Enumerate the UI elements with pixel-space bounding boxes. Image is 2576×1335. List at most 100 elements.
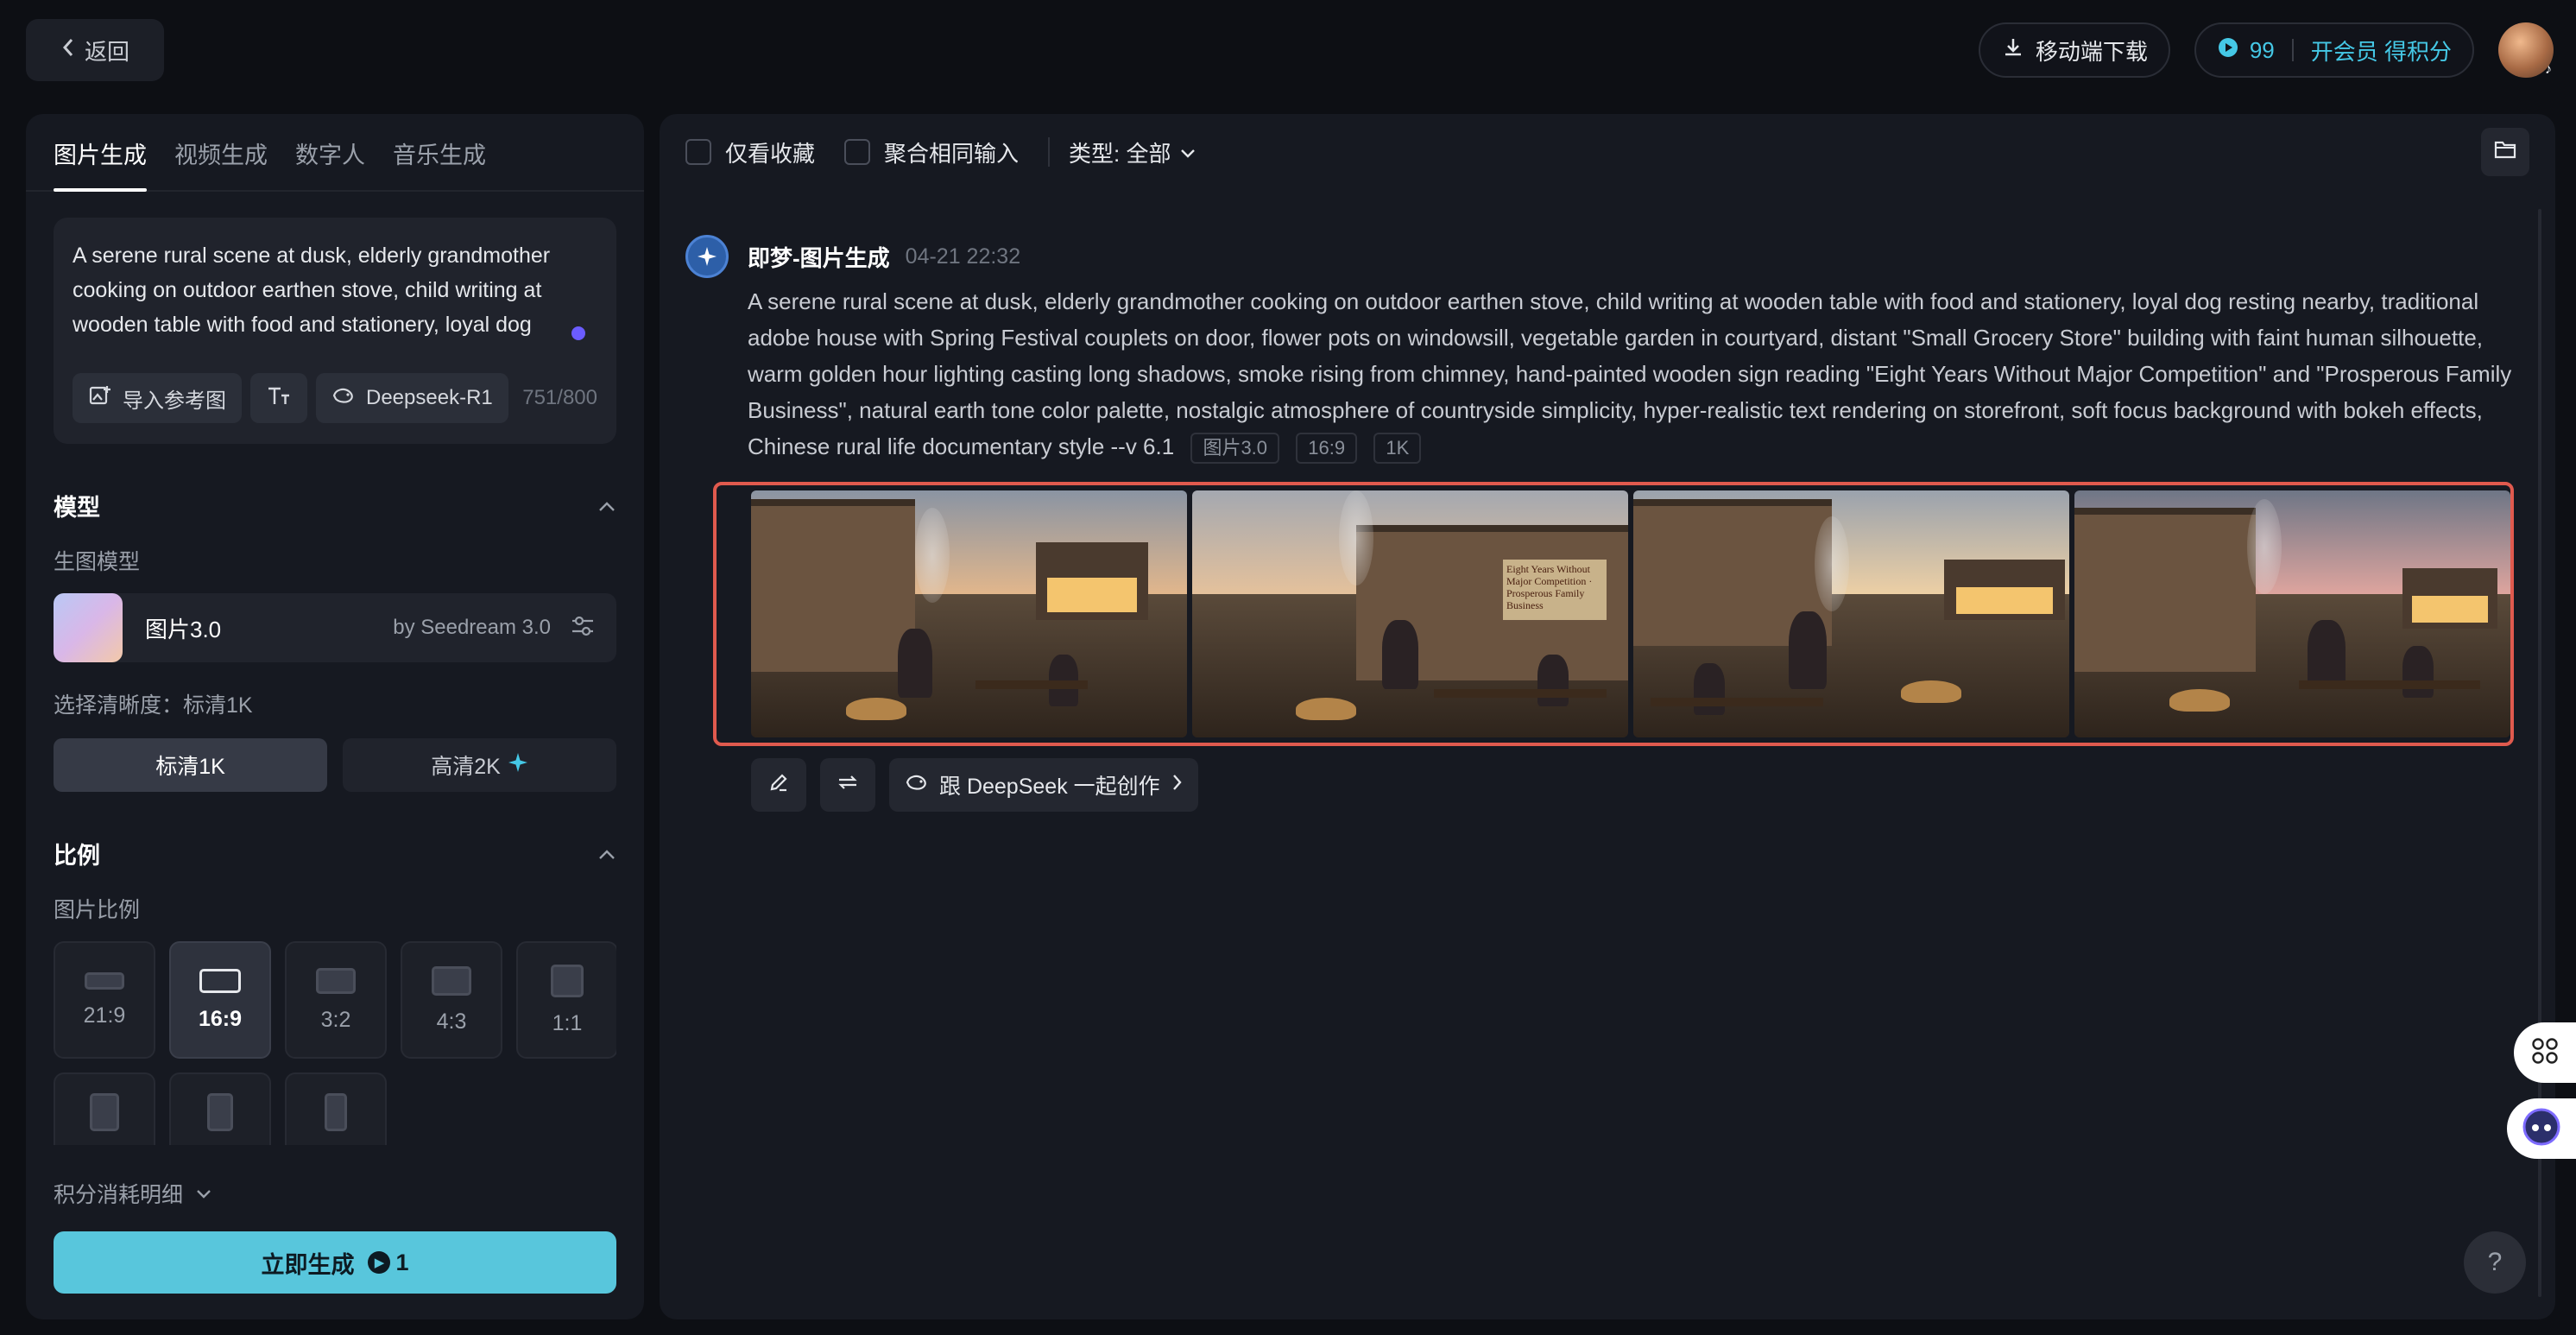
- ratio-2-3[interactable]: [169, 1072, 271, 1145]
- smoke: [915, 508, 950, 603]
- ratio-label: 1:1: [552, 1010, 583, 1035]
- smoke: [1815, 516, 1849, 611]
- tab-video[interactable]: 视频生成: [174, 136, 268, 190]
- hand-painted-sign: Eight Years Without Major Competition · …: [1503, 560, 1607, 620]
- result-image-2[interactable]: Eight Years Without Major Competition · …: [1192, 490, 1628, 737]
- back-button[interactable]: 返回: [26, 19, 164, 81]
- ratio-4-3[interactable]: 4:3: [401, 941, 502, 1059]
- tab-music[interactable]: 音乐生成: [393, 136, 486, 190]
- record-prompt[interactable]: A serene rural scene at dusk, elderly gr…: [748, 283, 2543, 465]
- checkbox[interactable]: [844, 139, 871, 165]
- tag-resolution: 1K: [1373, 433, 1422, 465]
- chevron-up-icon: [597, 840, 616, 867]
- store-window: [2412, 595, 2488, 623]
- store-window: [1047, 577, 1137, 612]
- prompt-tools: 导入参考图 Deepseek-R1 751/800: [73, 373, 597, 423]
- result-images: Eight Years Without Major Competition · …: [713, 482, 2514, 746]
- ratio-section-header[interactable]: 比例: [54, 837, 616, 870]
- regenerate-button[interactable]: [820, 758, 875, 812]
- child-figure: [1694, 663, 1725, 715]
- mobile-download-button[interactable]: 移动端下载: [1978, 22, 2170, 78]
- record-time: 04-21 22:32: [905, 244, 1021, 269]
- model-name: 图片3.0: [145, 616, 222, 642]
- divider: [1048, 137, 1051, 167]
- tab-digital-human[interactable]: 数字人: [295, 136, 365, 190]
- record-prompt-text: A serene rural scene at dusk, elderly gr…: [748, 288, 2512, 459]
- ratio-1-1[interactable]: 1:1: [516, 941, 616, 1059]
- grandmother-figure: [1382, 620, 1418, 689]
- grocery-store: [1944, 560, 2065, 620]
- ratio-label: 4:3: [436, 1009, 467, 1034]
- ratio-grid: 21:9 16:9 3:2 4:3 1:1: [54, 941, 616, 1145]
- resolution-1k-button[interactable]: 标清1K: [54, 738, 327, 792]
- dog: [1296, 698, 1356, 720]
- text-size-icon: [266, 383, 292, 414]
- points-count: 99: [2249, 36, 2275, 63]
- ratio-shape: [199, 968, 241, 993]
- smoke: [2247, 499, 2282, 594]
- ratio-3-2[interactable]: 3:2: [285, 941, 387, 1059]
- child-figure: [2402, 646, 2434, 698]
- avatar[interactable]: ♪: [2498, 22, 2554, 78]
- points-pill[interactable]: 99 开会员 得积分: [2194, 22, 2474, 78]
- ratio-3-4[interactable]: [54, 1072, 155, 1145]
- text-style-button[interactable]: [250, 373, 307, 423]
- download-label: 移动端下载: [2035, 38, 2148, 65]
- cost-details-toggle[interactable]: 积分消耗明细: [54, 1178, 212, 1209]
- result-image-3[interactable]: [1633, 490, 2069, 737]
- refresh-icon: [836, 771, 860, 800]
- adobe-house: [751, 499, 915, 672]
- model-section-header[interactable]: 模型: [54, 489, 616, 522]
- assistant-button[interactable]: [2507, 1098, 2576, 1159]
- assistant-face-icon: [2522, 1107, 2561, 1151]
- help-button[interactable]: ?: [2464, 1231, 2526, 1294]
- resolution-options: 标清1K 高清2K: [54, 738, 616, 792]
- chevron-up-icon: [597, 492, 616, 519]
- child-figure: [1537, 655, 1569, 706]
- whale-icon: [905, 772, 929, 799]
- checkbox[interactable]: [685, 139, 711, 165]
- dreamina-logo-icon: [685, 235, 729, 278]
- ratio-9-16[interactable]: [285, 1072, 387, 1145]
- deepseek-create-button[interactable]: 跟 DeepSeek 一起创作: [889, 758, 1198, 812]
- dog: [2169, 689, 2230, 712]
- settings-sliders-icon[interactable]: [570, 614, 596, 642]
- cost-details-label: 积分消耗明细: [54, 1183, 184, 1207]
- apps-button[interactable]: [2514, 1022, 2576, 1083]
- prompt-input[interactable]: A serene rural scene at dusk, elderly gr…: [73, 238, 573, 347]
- edit-button[interactable]: [751, 758, 806, 812]
- import-reference-button[interactable]: 导入参考图: [73, 373, 242, 423]
- grandmother-figure: [2308, 620, 2346, 689]
- ratio-label: 16:9: [198, 1006, 243, 1031]
- tab-image[interactable]: 图片生成: [54, 136, 147, 192]
- vip-link[interactable]: 开会员 得积分: [2311, 35, 2452, 66]
- points-icon: [2217, 36, 2239, 65]
- generate-button[interactable]: 立即生成 ▶ 1: [54, 1231, 616, 1294]
- ratio-21-9[interactable]: 21:9: [54, 941, 155, 1059]
- right-panel: 仅看收藏 聚合相同输入 类型: 全部 即梦-图片生成 04-21 22:32 A…: [660, 114, 2555, 1319]
- ratio-16-9[interactable]: 16:9: [169, 941, 271, 1059]
- deepseek-button[interactable]: Deepseek-R1: [316, 373, 508, 423]
- folder-button[interactable]: [2481, 128, 2529, 176]
- grocery-store: [2402, 568, 2497, 629]
- model-selector[interactable]: 图片3.0 by Seedream 3.0: [54, 593, 616, 662]
- result-image-4[interactable]: [2074, 490, 2510, 737]
- type-dropdown[interactable]: 类型: 全部: [1069, 136, 1196, 168]
- record-source: 即梦-图片生成: [748, 244, 890, 271]
- help-label: ?: [2487, 1248, 2503, 1276]
- grandmother-figure: [1789, 611, 1827, 689]
- chevron-left-icon: [60, 36, 76, 65]
- model-subtitle: 生图模型: [54, 550, 141, 574]
- resolution-2k-button[interactable]: 高清2K: [343, 738, 616, 792]
- record-header: 即梦-图片生成 04-21 22:32: [748, 235, 2529, 278]
- back-label: 返回: [84, 38, 129, 65]
- filter-toolbar: 仅看收藏 聚合相同输入 类型: 全部: [660, 114, 2555, 190]
- ratio-shape: [325, 1093, 347, 1131]
- merge-filter[interactable]: 聚合相同输入: [844, 136, 1019, 168]
- sparkle-icon: [508, 752, 528, 779]
- ratio-shape: [432, 965, 471, 996]
- cursor-dot: [571, 326, 585, 340]
- favorites-filter[interactable]: 仅看收藏: [685, 136, 815, 168]
- result-image-1[interactable]: [751, 490, 1187, 737]
- grocery-store: [1036, 542, 1148, 620]
